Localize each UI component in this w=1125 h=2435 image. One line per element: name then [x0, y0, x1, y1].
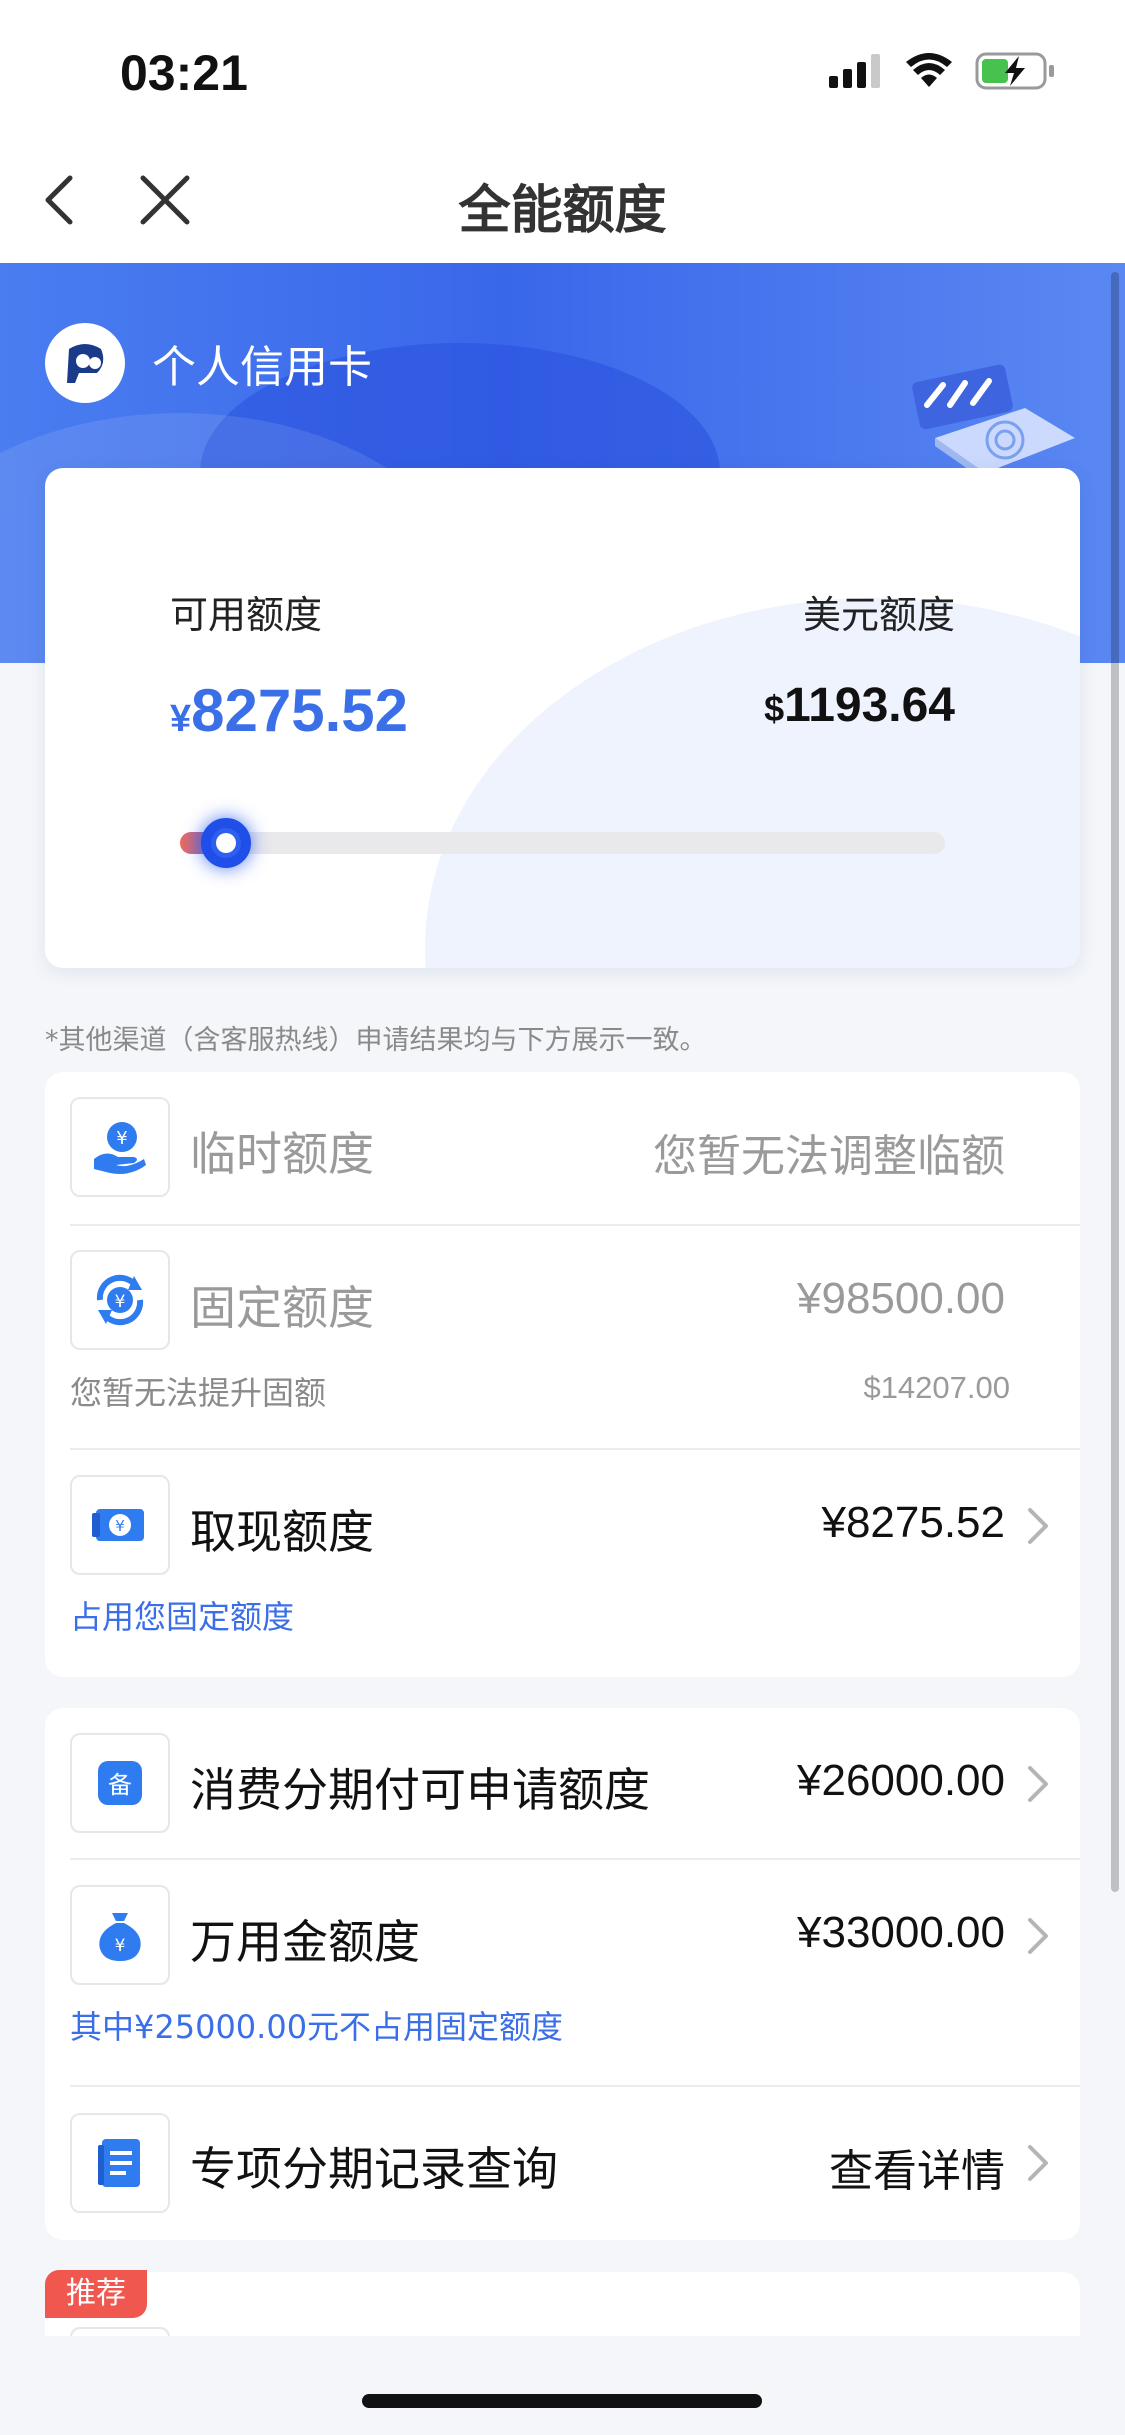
temp-limit-label: 临时额度	[190, 1127, 374, 1181]
installment-limit-value: ¥26000.00	[797, 1756, 1005, 1805]
svg-text:¥: ¥	[116, 1128, 127, 1149]
installment-icon: 备	[70, 1733, 170, 1833]
fixed-limit-usd: $14207.00	[863, 1370, 1010, 1405]
card-type-label: 个人信用卡	[152, 342, 372, 393]
cash-limit-value: ¥8275.52	[821, 1498, 1005, 1547]
chevron-right-icon	[1028, 2145, 1048, 2181]
refresh-yuan-icon: ¥	[70, 1250, 170, 1350]
page-title: 全能额度	[458, 181, 667, 241]
limit-section-2: 备 消费分期付可申请额度 ¥26000.00 ¥ 万用金额度 ¥33000.00…	[45, 1708, 1080, 2240]
special-installment-label: 专项分期记录查询	[190, 2142, 558, 2196]
scrollbar[interactable]	[1111, 272, 1119, 1892]
status-icons	[829, 52, 1055, 90]
status-bar: 03:21	[0, 0, 1125, 140]
nav-bar: 全能额度	[0, 140, 1125, 263]
view-details-link[interactable]: 查看详情	[829, 2135, 1005, 2199]
cash-limit-label: 取现额度	[190, 1505, 374, 1559]
recommend-badge: 推荐	[45, 2270, 147, 2318]
usd-amount: 1193.64	[784, 679, 955, 732]
temp-limit-value: 您暂无法调整临额	[653, 1131, 1005, 1182]
bottom-safe-area	[0, 2336, 1125, 2435]
svg-text:¥: ¥	[115, 1936, 126, 1956]
fixed-limit-value: ¥98500.00	[797, 1274, 1005, 1323]
installment-limit-row[interactable]: 备 消费分期付可申请额度 ¥26000.00	[45, 1708, 1080, 1858]
wanyongjin-limit-value: ¥33000.00	[797, 1908, 1005, 1957]
limit-usage-knob	[200, 818, 251, 868]
currency-symbol: ¥	[170, 698, 192, 740]
limit-section-1: ¥ 临时额度 您暂无法调整临额 ¥ 固定额度 ¥98500.00 您暂无法提升固…	[45, 1072, 1080, 1677]
chevron-right-icon	[1028, 1766, 1048, 1802]
card-decoration	[425, 598, 1080, 968]
cash-withdraw-icon: ¥	[70, 1475, 170, 1575]
special-installment-row[interactable]: 专项分期记录查询 查看详情	[45, 2087, 1080, 2240]
wifi-icon	[906, 53, 952, 87]
fixed-limit-label: 固定额度	[190, 1281, 374, 1335]
currency-symbol: $	[764, 688, 785, 729]
usd-limit-value: $1193.64	[764, 678, 955, 733]
cash-limit-note: 占用您固定额度	[70, 1598, 295, 1636]
money-bag-icon: ¥	[70, 1885, 170, 1985]
limit-usage-bar	[180, 818, 945, 868]
fixed-limit-note: 您暂无法提升固额	[70, 1374, 327, 1412]
svg-text:¥: ¥	[115, 1292, 126, 1312]
disclaimer-text: *其他渠道（含客服热线）申请结果均与下方展示一致。	[45, 1025, 707, 1056]
available-amount: 8275.52	[191, 677, 409, 744]
signal-icon	[829, 54, 880, 88]
hand-yuan-icon: ¥	[70, 1097, 170, 1197]
temp-limit-row: ¥ 临时额度 您暂无法调整临额	[45, 1072, 1080, 1224]
chevron-right-icon	[1028, 1508, 1048, 1544]
wanyongjin-limit-row[interactable]: ¥ 万用金额度 ¥33000.00 其中¥25000.00元不占用固定额度	[45, 1860, 1080, 2085]
cash-limit-row[interactable]: ¥ 取现额度 ¥8275.52 占用您固定额度	[45, 1450, 1080, 1677]
installment-limit-label: 消费分期付可申请额度	[190, 1763, 650, 1817]
wanyongjin-note: 其中¥25000.00元不占用固定额度	[70, 2008, 564, 2046]
svg-text:¥: ¥	[115, 1517, 125, 1535]
available-limit-label: 可用额度	[170, 593, 323, 637]
bank-logo	[45, 323, 125, 403]
available-limit-value: ¥8275.52	[170, 676, 408, 745]
wanyongjin-limit-label: 万用金额度	[190, 1915, 420, 1969]
fixed-limit-row: ¥ 固定额度 ¥98500.00 您暂无法提升固额 $14207.00	[45, 1226, 1080, 1448]
battery-charging-icon	[975, 52, 1054, 90]
document-list-icon	[70, 2113, 170, 2213]
usd-limit-label: 美元额度	[802, 593, 955, 637]
svg-text:备: 备	[108, 1771, 132, 1799]
chevron-right-icon	[1028, 1918, 1048, 1954]
available-limit-card: 可用额度 美元额度 ¥8275.52 $1193.64	[45, 468, 1080, 968]
status-time: 03:21	[120, 45, 248, 101]
home-indicator[interactable]	[362, 2394, 762, 2408]
